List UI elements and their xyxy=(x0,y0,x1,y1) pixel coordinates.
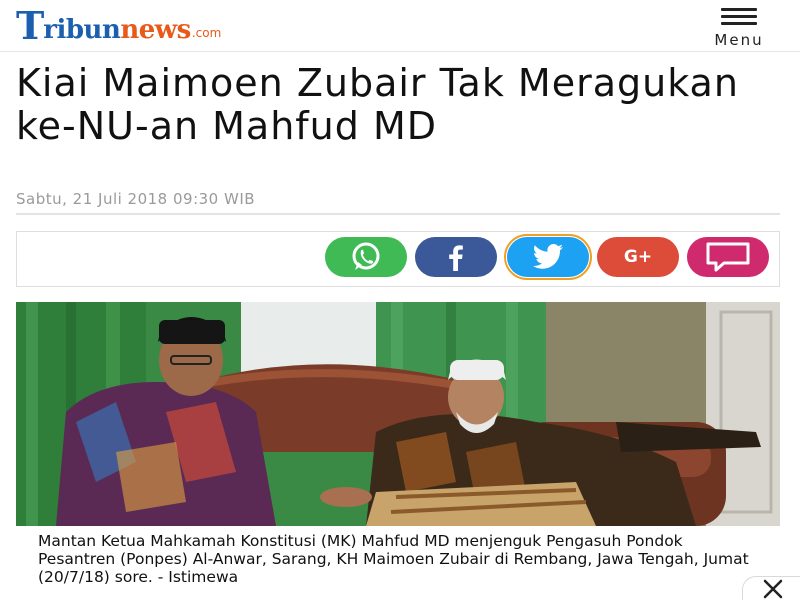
close-icon xyxy=(762,578,784,600)
tribunnews-logo[interactable]: Tribun news .com xyxy=(16,4,221,48)
logo-com: .com xyxy=(191,26,222,40)
whatsapp-icon xyxy=(346,237,386,277)
share-whatsapp-button[interactable] xyxy=(325,237,407,277)
twitter-icon xyxy=(532,244,564,270)
site-header: Tribun news .com Menu xyxy=(0,0,800,52)
article-photo xyxy=(16,302,780,526)
logo-tribun: ribun xyxy=(43,15,121,45)
facebook-icon xyxy=(444,243,468,271)
divider xyxy=(16,213,780,215)
menu-label: Menu xyxy=(714,31,764,49)
article-headline: Kiai Maimoen Zubair Tak Meragukan ke-NU-… xyxy=(16,61,739,148)
article-date: Sabtu, 21 Juli 2018 09:30 WIB xyxy=(16,190,256,208)
photo-caption: Mantan Ketua Mahkamah Konstitusi (MK) Ma… xyxy=(38,532,749,586)
google-plus-icon: G+ xyxy=(623,247,653,267)
comment-button[interactable] xyxy=(687,237,769,277)
hamburger-icon xyxy=(721,8,757,29)
share-twitter-button[interactable] xyxy=(504,234,592,280)
share-bar: G+ xyxy=(16,231,780,287)
share-google-plus-button[interactable]: G+ xyxy=(597,237,679,277)
menu-button[interactable]: Menu xyxy=(704,4,774,49)
close-button[interactable] xyxy=(742,576,800,600)
comment-icon xyxy=(704,241,752,273)
share-facebook-button[interactable] xyxy=(415,237,497,277)
logo-mark: T xyxy=(16,3,44,48)
logo-news: news xyxy=(120,15,191,45)
